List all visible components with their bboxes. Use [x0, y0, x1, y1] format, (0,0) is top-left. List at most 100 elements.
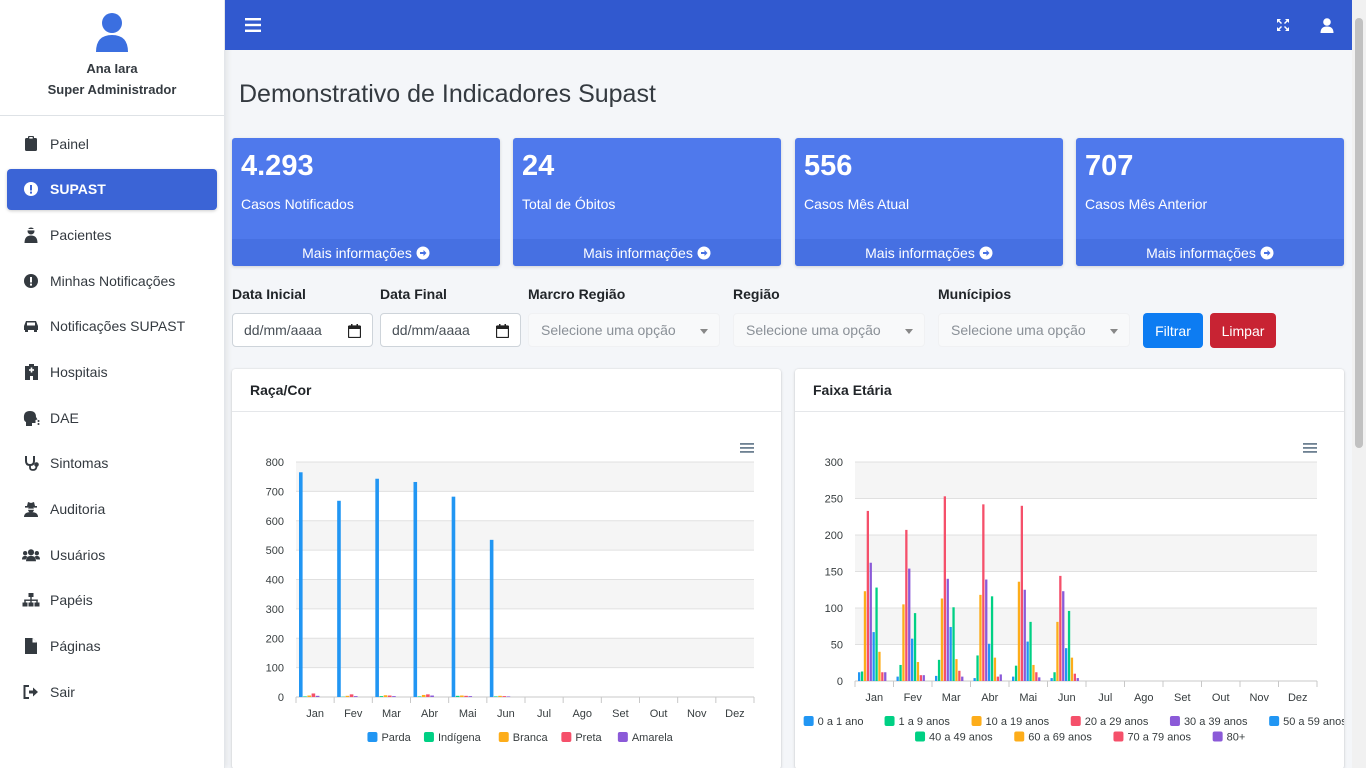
legend-item[interactable]: 10 a 19 anos — [971, 716, 1050, 728]
bar-parda[interactable] — [413, 481, 418, 697]
sidebar-item-hospitais[interactable]: Hospitais — [7, 351, 217, 392]
data-final-input[interactable]: dd/mm/aaaa — [380, 313, 521, 347]
bar-30-a-39-anos[interactable] — [946, 578, 949, 681]
bar-20-a-29-anos[interactable] — [1059, 575, 1062, 681]
bar-preta[interactable] — [502, 696, 507, 697]
more-info-link[interactable]: Mais informações — [1076, 239, 1344, 266]
bar-preta[interactable] — [311, 693, 316, 697]
bar-20-a-29-anos[interactable] — [905, 529, 908, 681]
bar-20-a-29-anos[interactable] — [1020, 505, 1023, 681]
bar-70-a-79-anos[interactable] — [1073, 673, 1076, 681]
bar-amarela[interactable] — [506, 696, 511, 697]
bar-50-a-59-anos[interactable] — [911, 638, 914, 681]
bar-amarela[interactable] — [315, 695, 320, 697]
legend-item[interactable]: Indígena — [423, 732, 482, 744]
bar-amarela[interactable] — [468, 696, 473, 697]
more-info-link[interactable]: Mais informações — [795, 239, 1063, 266]
bar-branca[interactable] — [345, 695, 350, 697]
legend-item[interactable]: Branca — [498, 732, 549, 744]
legend-item[interactable]: 60 a 69 anos — [1014, 731, 1092, 744]
bar-indígena[interactable] — [455, 695, 460, 697]
bar-70-a-79-anos[interactable] — [996, 676, 999, 681]
fullscreen-icon[interactable] — [1276, 18, 1290, 32]
page-scrollbar[interactable] — [1352, 0, 1366, 768]
municipios-select[interactable]: Selecione uma opção — [938, 313, 1130, 347]
user-avatar-icon[interactable] — [95, 12, 129, 52]
bar-parda[interactable] — [375, 478, 379, 697]
sidebar-item-dae[interactable]: DAE — [7, 397, 217, 438]
bar-20-a-29-anos[interactable] — [866, 510, 869, 681]
bar-1-a-9-anos[interactable] — [1053, 672, 1056, 681]
chart-menu-icon[interactable] — [740, 443, 754, 453]
legend-item[interactable]: 50 a 59 anos — [1269, 716, 1344, 728]
bar-40-a-49-anos[interactable] — [1029, 621, 1032, 681]
regiao-select[interactable]: Selecione uma opção — [733, 313, 925, 347]
legend-item[interactable]: Amarela — [617, 732, 674, 744]
bar-1-a-9-anos[interactable] — [860, 671, 864, 681]
sidebar-item-sintomas[interactable]: Sintomas — [7, 443, 217, 484]
bar-80+[interactable] — [999, 674, 1002, 681]
bar-parda[interactable] — [451, 496, 456, 697]
bar-40-a-49-anos[interactable] — [875, 587, 878, 681]
bar-0-a-1-ano[interactable] — [935, 675, 938, 681]
calendar-icon[interactable] — [496, 324, 509, 338]
bar-60-a-69-anos[interactable] — [916, 662, 920, 681]
bar-70-a-79-anos[interactable] — [1035, 672, 1038, 681]
legend-item[interactable]: Preta — [561, 732, 603, 744]
bar-80+[interactable] — [1038, 677, 1041, 681]
bar-80+[interactable] — [884, 672, 887, 681]
bar-parda[interactable] — [489, 539, 494, 697]
bar-10-a-19-anos[interactable] — [1017, 581, 1021, 681]
bar-40-a-49-anos[interactable] — [1067, 610, 1071, 681]
sidebar-item-auditoria[interactable]: Auditoria — [7, 489, 217, 530]
macro-regiao-select[interactable]: Selecione uma opção — [528, 313, 720, 347]
legend-item[interactable]: Parda — [367, 732, 412, 744]
sidebar-item-notificações-supast[interactable]: Notificações SUPAST — [7, 306, 217, 347]
bar-80+[interactable] — [961, 676, 964, 681]
bar-40-a-49-anos[interactable] — [952, 607, 955, 681]
legend-item[interactable]: 30 a 39 anos — [1169, 716, 1248, 728]
user-menu-icon[interactable] — [1320, 17, 1334, 33]
bar-branca[interactable] — [498, 695, 502, 697]
chart-menu-icon[interactable] — [1303, 443, 1317, 453]
bar-1-a-9-anos[interactable] — [937, 659, 941, 681]
bar-branca[interactable] — [460, 695, 464, 697]
sidebar-item-pacientes[interactable]: Pacientes — [7, 214, 217, 255]
bar-10-a-19-anos[interactable] — [902, 604, 905, 681]
bar-50-a-59-anos[interactable] — [1026, 641, 1029, 681]
bar-50-a-59-anos[interactable] — [949, 626, 952, 681]
bar-20-a-29-anos[interactable] — [943, 496, 946, 681]
data-inicial-input[interactable]: dd/mm/aaaa — [232, 313, 373, 347]
bar-50-a-59-anos[interactable] — [988, 643, 991, 681]
bar-30-a-39-anos[interactable] — [1062, 591, 1065, 681]
bar-parda[interactable] — [337, 500, 341, 697]
bar-branca[interactable] — [383, 695, 388, 697]
bar-50-a-59-anos[interactable] — [872, 632, 875, 681]
bar-60-a-69-anos[interactable] — [955, 659, 958, 681]
bar-branca[interactable] — [307, 695, 311, 697]
bar-indígena[interactable] — [303, 696, 307, 697]
bar-10-a-19-anos[interactable] — [1056, 621, 1059, 681]
bar-0-a-1-ano[interactable] — [1012, 676, 1015, 681]
bar-60-a-69-anos[interactable] — [878, 651, 881, 681]
bar-30-a-39-anos[interactable] — [908, 568, 911, 681]
bar-80+[interactable] — [1076, 678, 1079, 681]
bar-preta[interactable] — [349, 694, 354, 697]
filtrar-button[interactable]: Filtrar — [1143, 313, 1203, 348]
legend-item[interactable]: 1 a 9 anos — [884, 716, 951, 728]
scrollbar-thumb[interactable] — [1355, 18, 1363, 448]
bar-0-a-1-ano[interactable] — [896, 676, 899, 681]
legend-item[interactable]: 20 a 29 anos — [1070, 716, 1149, 728]
bar-1-a-9-anos[interactable] — [899, 664, 902, 681]
bar-preta[interactable] — [426, 694, 430, 697]
bar-80+[interactable] — [922, 675, 925, 681]
bar-0-a-1-ano[interactable] — [858, 672, 861, 681]
bar-40-a-49-anos[interactable] — [913, 613, 917, 681]
bar-30-a-39-anos[interactable] — [869, 562, 872, 681]
bar-0-a-1-ano[interactable] — [1050, 678, 1053, 681]
bar-30-a-39-anos[interactable] — [1023, 589, 1026, 681]
bar-1-a-9-anos[interactable] — [1014, 665, 1018, 681]
bar-amarela[interactable] — [353, 696, 358, 697]
sidebar-item-páginas[interactable]: Páginas — [7, 626, 217, 667]
bar-60-a-69-anos[interactable] — [1070, 657, 1074, 681]
